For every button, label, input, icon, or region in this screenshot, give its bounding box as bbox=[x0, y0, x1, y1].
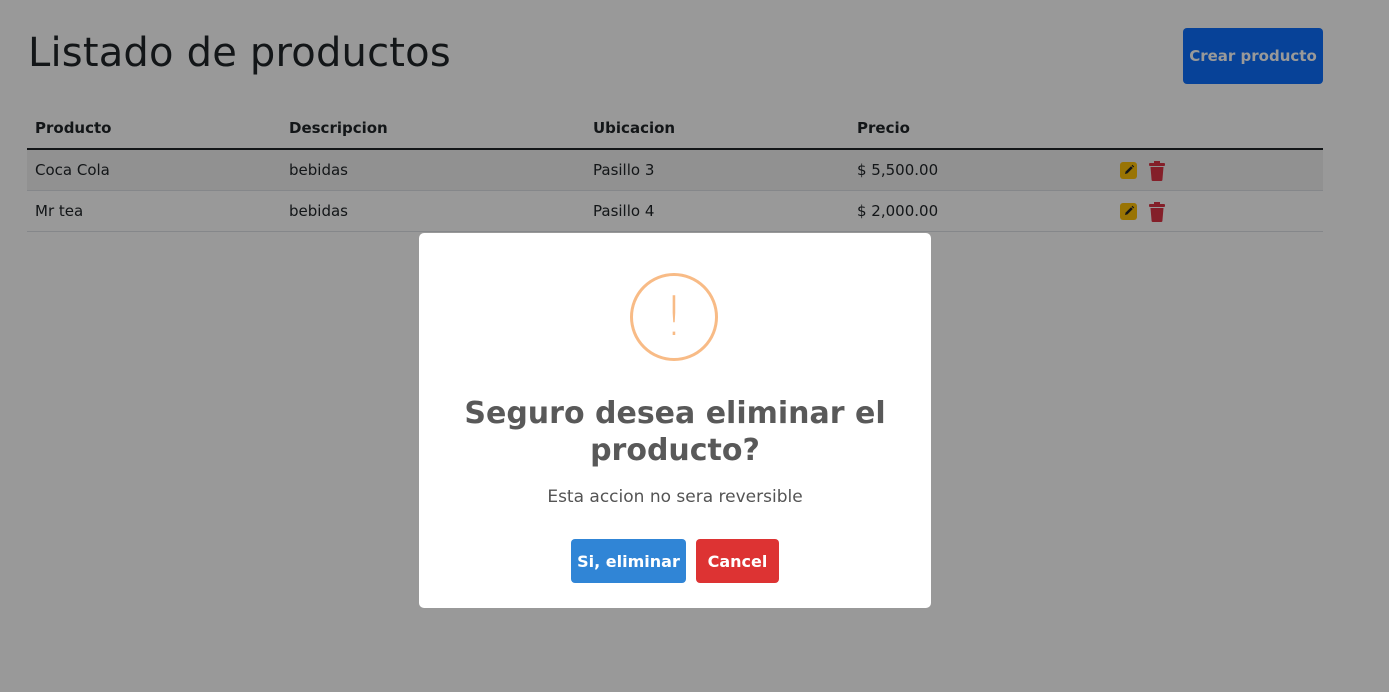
warning-icon: ! bbox=[630, 273, 718, 361]
dialog-text: Esta accion no sera reversible bbox=[547, 487, 803, 507]
warning-mark: ! bbox=[663, 285, 685, 348]
dialog-title: Seguro desea eliminar el producto? bbox=[464, 396, 886, 468]
confirm-delete-button[interactable]: Si, eliminar bbox=[571, 539, 686, 583]
confirm-delete-dialog: ! Seguro desea eliminar el producto? Est… bbox=[419, 233, 931, 608]
page: Listado de productos Crear producto Prod… bbox=[0, 0, 1389, 692]
cancel-button[interactable]: Cancel bbox=[696, 539, 779, 583]
